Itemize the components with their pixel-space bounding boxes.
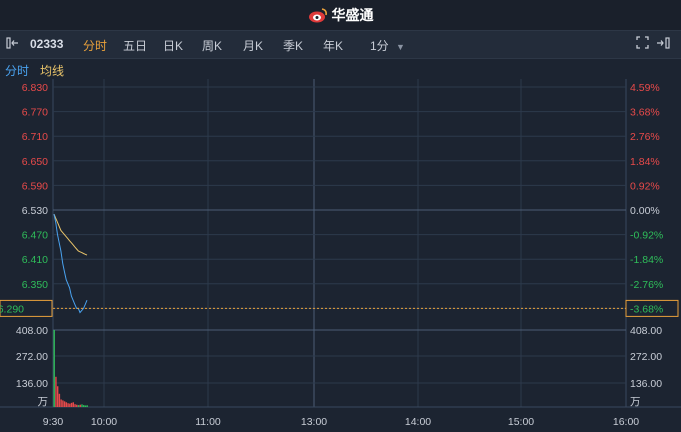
collapse-left-icon[interactable] (6, 36, 20, 53)
time-tick-label: 13:00 (301, 416, 327, 428)
percent-tick-label: 0.00% (630, 205, 660, 217)
volume-unit-right: 万 (630, 396, 641, 408)
tab-weekly-k[interactable]: 周K (202, 37, 222, 54)
price-tick-label: 6.770 (22, 107, 48, 119)
app-header: 华盛通 (0, 0, 681, 30)
volume-bar (72, 402, 74, 407)
time-tick-label: 15:00 (508, 416, 534, 428)
chart-grid (0, 79, 681, 408)
percent-tick-label: 3.68% (630, 107, 660, 119)
price-tick-label: 6.410 (22, 254, 48, 266)
volume-bar (77, 405, 80, 407)
time-axis: 9:30 10:00 11:00 13:00 14:00 15:00 16:00 (43, 416, 640, 428)
volume-bar (63, 401, 66, 407)
tab-monthly-k[interactable]: 月K (243, 37, 263, 54)
volume-unit-left: 万 (38, 396, 49, 408)
volume-tick-right: 272.00 (630, 351, 662, 363)
volume-bar (62, 400, 64, 407)
price-tick-label: 6.830 (22, 82, 48, 94)
brand-logo-icon (308, 8, 327, 23)
price-tick-label: 6.470 (22, 230, 48, 242)
volume-bar (69, 403, 71, 407)
tab-quarterly-k[interactable]: 季K (283, 37, 303, 54)
percent-tick-label: 1.84% (630, 156, 660, 168)
fullscreen-icon[interactable] (636, 36, 649, 52)
chart-legend-bar: 分时 均线 (0, 59, 681, 79)
legend-average-line[interactable]: 均线 (40, 62, 64, 79)
volume-bar (55, 376, 57, 407)
tab-five-day[interactable]: 五日 (123, 37, 147, 54)
brand: 华盛通 (308, 5, 374, 25)
price-tick-label: 6.350 (22, 279, 48, 291)
volume-bar (83, 405, 85, 407)
volume-bar (56, 386, 59, 407)
volume-tick-left: 272.00 (16, 351, 48, 363)
volume-bar (58, 393, 61, 407)
volume-bars (53, 330, 88, 407)
price-tick-label: 6.530 (22, 205, 48, 217)
percent-tick-label: 2.76% (630, 131, 660, 143)
time-tick-label: 10:00 (91, 416, 117, 428)
price-line (53, 213, 88, 314)
volume-bar (67, 403, 69, 407)
percent-axis: 4.59% 3.68% 2.76% 1.84% 0.92% 0.00% -0.92% -1.8… (630, 82, 663, 291)
time-tick-label: 14:00 (405, 416, 431, 428)
percent-tick-label: -0.92% (630, 230, 663, 242)
volume-tick-right: 408.00 (630, 325, 662, 337)
time-tick-label: 16:00 (613, 416, 639, 428)
tab-intraday[interactable]: 分时 (83, 37, 107, 54)
price-tick-label: 6.590 (22, 180, 48, 192)
volume-bar (76, 404, 78, 407)
volume-bar (84, 405, 87, 407)
volume-bar (53, 330, 55, 407)
current-price-label: 6.290 (0, 303, 24, 315)
chart-toolbar: 02333 分时 五日 日K 周K 月K 季K 年K 1分 ▼ (0, 30, 681, 59)
tab-yearly-k[interactable]: 年K (323, 37, 343, 54)
legend-intraday[interactable]: 分时 (5, 62, 29, 79)
percent-tick-label: -2.76% (630, 279, 663, 291)
volume-bar (70, 402, 73, 407)
collapse-right-icon[interactable] (656, 36, 670, 53)
volume-tick-left: 408.00 (16, 325, 48, 337)
volume-bar (79, 404, 81, 407)
volume-bar (65, 402, 68, 407)
tab-daily-k[interactable]: 日K (163, 37, 183, 54)
price-axis: 6.830 6.770 6.710 6.650 6.590 6.530 6.470 6.410… (22, 82, 48, 291)
volume-bar (81, 404, 83, 407)
volume-bar (86, 405, 88, 407)
interval-select[interactable]: 1分 ▼ (370, 37, 405, 54)
volume-axis: 408.00 408.00 272.00 272.00 136.00 136.00 万 万 (16, 325, 662, 408)
price-tick-label: 6.650 (22, 156, 48, 168)
percent-tick-label: -1.84% (630, 254, 663, 266)
current-pct-label: -3.68% (630, 303, 663, 315)
dropdown-caret-icon: ▼ (396, 42, 405, 52)
intraday-chart[interactable]: 6.830 6.770 6.710 6.650 6.590 6.530 6.470 6.410… (0, 79, 681, 432)
price-lines (53, 213, 88, 314)
volume-bar (74, 404, 76, 407)
percent-tick-label: 4.59% (630, 82, 660, 94)
volume-bar (60, 399, 62, 407)
brand-name: 华盛通 (331, 7, 374, 23)
percent-tick-label: 0.92% (630, 180, 660, 192)
time-tick-label: 11:00 (195, 416, 221, 428)
interval-value: 1分 (370, 39, 389, 53)
time-tick-label: 9:30 (43, 416, 64, 428)
volume-tick-right: 136.00 (630, 378, 662, 390)
volume-tick-left: 136.00 (16, 378, 48, 390)
stock-code: 02333 (30, 37, 64, 51)
price-tick-label: 6.710 (22, 131, 48, 143)
